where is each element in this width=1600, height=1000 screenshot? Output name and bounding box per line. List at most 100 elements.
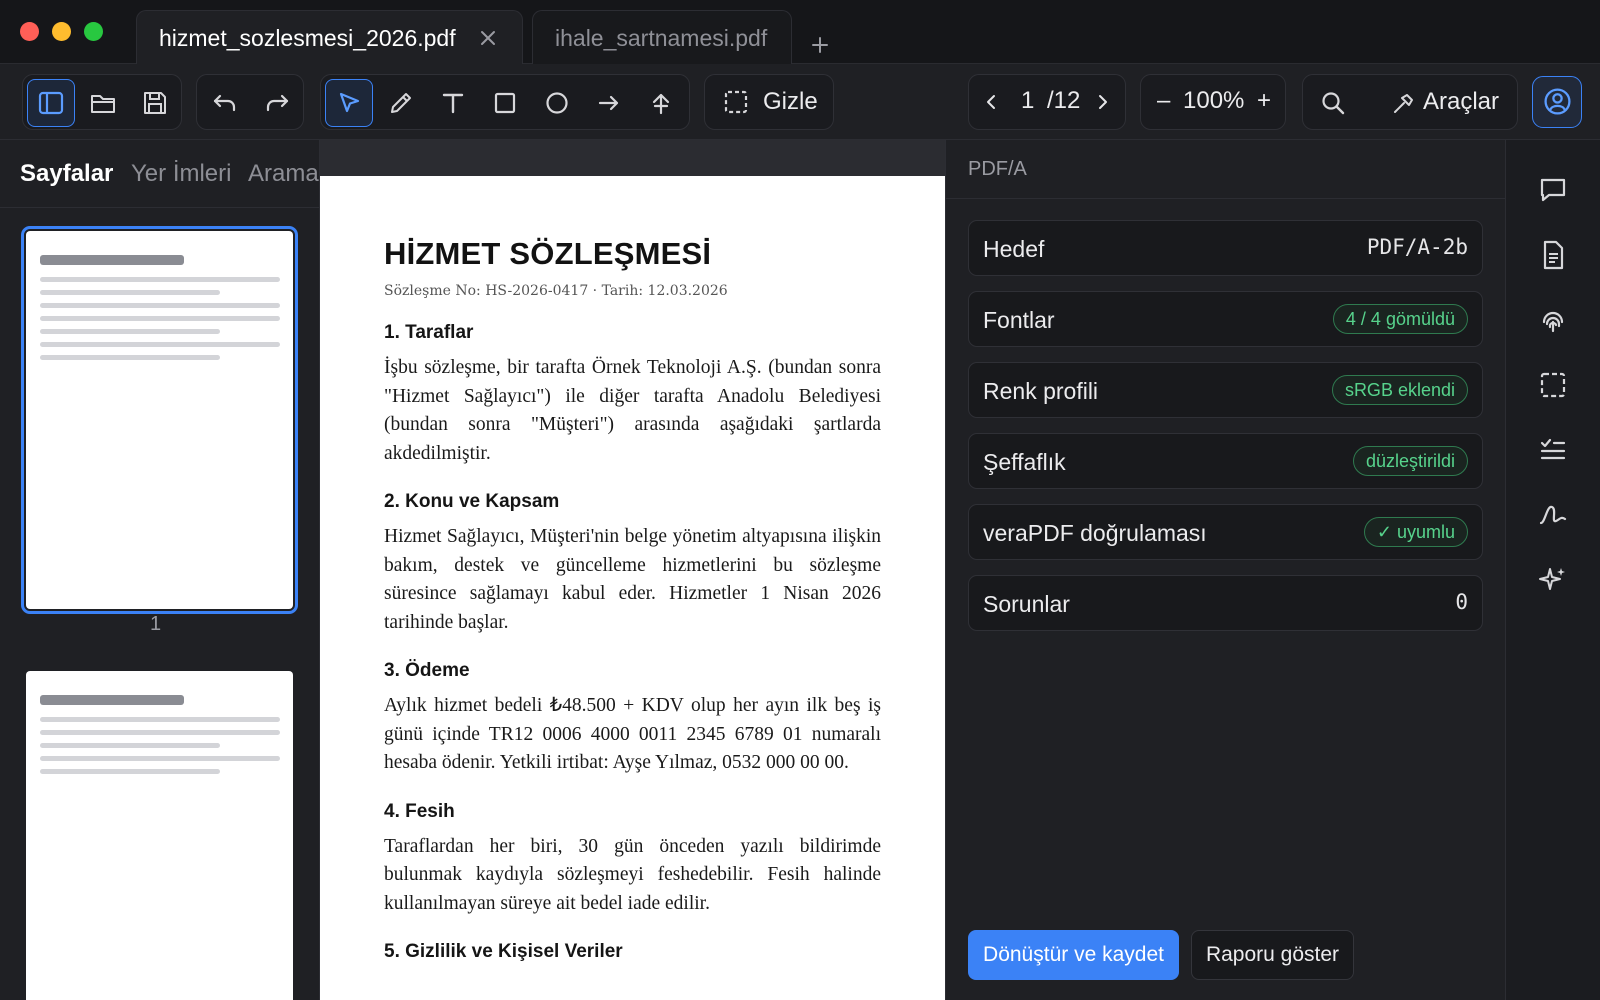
page-thumbnail-1[interactable]: [21, 226, 298, 614]
previous-page-icon[interactable]: [983, 93, 1001, 111]
section-heading: 1. Taraflar: [384, 322, 474, 343]
convert-and-save-button[interactable]: Dönüştür ve kaydet: [968, 930, 1179, 980]
folder-open-icon: [91, 95, 115, 113]
pdfa-row-color-profile[interactable]: Renk profili sRGB eklendi: [968, 362, 1483, 418]
search-button[interactable]: [1309, 79, 1357, 127]
section-body: Taraflardan her biri, 30 gün önceden yaz…: [384, 835, 881, 914]
status-badge: 4 / 4 gömüldü: [1332, 304, 1468, 334]
section-heading: 4. Fesih: [384, 800, 455, 822]
pen-icon: [391, 93, 411, 113]
arrow-icon: [598, 95, 619, 111]
page-thumbnail-number: 1: [150, 613, 162, 635]
row-value: 0: [1455, 590, 1468, 614]
selection-icon: [724, 90, 748, 114]
text-tool-button[interactable]: [429, 79, 477, 127]
row-label: Sorunlar: [983, 591, 1070, 617]
ellipse-icon: [546, 92, 568, 114]
sidebar-toggle-icon: [38, 91, 64, 115]
close-tab-icon[interactable]: [478, 28, 498, 48]
profile-button[interactable]: [1532, 76, 1582, 128]
hide-button[interactable]: Gizle: [704, 74, 834, 130]
document-viewer[interactable]: HİZMET SÖZLEŞMESİ Sözleşme No: HS-2026-0…: [320, 140, 945, 1000]
next-page-icon[interactable]: [1093, 93, 1111, 111]
zoom-level[interactable]: 100%: [1183, 87, 1244, 115]
close-window-button[interactable]: [20, 22, 39, 41]
pdfa-panel: PDF/A Hedef PDF/A-2b Fontlar 4 / 4 gömül…: [945, 140, 1506, 1000]
right-icon-rail: [1505, 140, 1600, 1000]
section-heading: 2. Konu ve Kapsam: [384, 491, 560, 512]
row-label: Şeffaflık: [983, 449, 1066, 475]
page-number-input[interactable]: 1: [1021, 87, 1034, 115]
pages-sidebar: Sayfalar Yer İmleri Arama 1: [0, 140, 320, 1000]
sidebar-tab-search[interactable]: Arama: [248, 160, 319, 188]
zoom-out-button[interactable]: –: [1157, 87, 1170, 115]
hammer-icon: [1394, 94, 1413, 113]
pdfa-row-target[interactable]: Hedef PDF/A-2b: [968, 220, 1483, 276]
section-body: İşbu sözleşme, bir tarafta Örnek Teknolo…: [384, 357, 881, 464]
sidebar-tab-pages[interactable]: Sayfalar: [20, 160, 113, 188]
user-icon: [1544, 88, 1571, 115]
sidebar-tabs: Sayfalar Yer İmleri Arama: [0, 140, 319, 208]
tools-label: Araçlar: [1423, 88, 1500, 115]
select-tool-button[interactable]: [325, 79, 373, 127]
pdfa-row-verapdf[interactable]: veraPDF doğrulaması ✓ uyumlu: [968, 504, 1483, 560]
status-badge: ✓ uyumlu: [1363, 517, 1468, 547]
selection-icon[interactable]: [1537, 369, 1569, 401]
save-icon: [144, 92, 166, 114]
tools-button[interactable]: Araçlar: [1387, 79, 1513, 127]
file-tools-group: [22, 74, 182, 130]
status-badge: sRGB eklendi: [1331, 375, 1468, 405]
toolbar: Gizle 1 /12 – 100% + Araçlar: [0, 64, 1600, 140]
arrow-tool-button[interactable]: [585, 79, 633, 127]
row-label: Hedef: [983, 236, 1045, 262]
minimize-window-button[interactable]: [52, 22, 71, 41]
ellipse-tool-button[interactable]: [533, 79, 581, 127]
text-icon: [442, 93, 464, 114]
search-tools-group: Araçlar: [1302, 74, 1518, 130]
rectangle-icon: [494, 92, 516, 114]
fingerprint-icon[interactable]: [1537, 304, 1569, 336]
page-navigator: 1 /12: [968, 74, 1126, 130]
open-file-button[interactable]: [79, 79, 127, 127]
document-page: HİZMET SÖZLEŞMESİ Sözleşme No: HS-2026-0…: [320, 176, 945, 1000]
page-thumbnail-2[interactable]: [26, 671, 293, 1000]
section-heading: 3. Ödeme: [384, 660, 470, 681]
zoom-in-button[interactable]: +: [1257, 87, 1271, 115]
sidebar-tab-bookmarks[interactable]: Yer İmleri: [131, 160, 231, 188]
annotation-tools-group: [320, 74, 690, 130]
undo-button[interactable]: [201, 79, 249, 127]
status-badge: düzleştirildi: [1352, 446, 1468, 476]
pdfa-row-issues[interactable]: Sorunlar 0: [968, 575, 1483, 631]
document-icon[interactable]: [1537, 239, 1569, 271]
title-bar: hizmet_sozlesmesi_2026.pdf ihale_sartnam…: [0, 0, 1600, 65]
pdfa-row-transparency[interactable]: Şeffaflık düzleştirildi: [968, 433, 1483, 489]
row-label: Fontlar: [983, 307, 1055, 333]
row-label: Renk profili: [983, 378, 1099, 404]
tab-ihale-sartnamesi[interactable]: ihale_sartnamesi.pdf: [532, 10, 792, 65]
new-tab-icon[interactable]: [808, 33, 832, 57]
section-heading: 5. Gizlilik ve Kişisel Veriler: [384, 941, 623, 962]
rectangle-tool-button[interactable]: [481, 79, 529, 127]
sparkles-icon[interactable]: [1537, 564, 1569, 596]
pdfa-row-fonts[interactable]: Fontlar 4 / 4 gömüldü: [968, 291, 1483, 347]
signature-icon[interactable]: [1537, 499, 1569, 531]
sidebar-toggle-button[interactable]: [27, 79, 75, 127]
show-report-button[interactable]: Raporu göster: [1191, 930, 1354, 980]
history-group: [196, 74, 304, 130]
section-body: Hizmet Sağlayıcı, Müşteri'nin belge yöne…: [384, 526, 881, 633]
comment-icon[interactable]: [1537, 174, 1569, 206]
tab-label: hizmet_sozlesmesi_2026.pdf: [159, 24, 456, 51]
tab-hizmet-sozlesmesi[interactable]: hizmet_sozlesmesi_2026.pdf: [136, 10, 523, 65]
page-total: /12: [1047, 87, 1081, 114]
upload-arrow-icon: [652, 93, 670, 115]
row-value: PDF/A-2b: [1366, 235, 1468, 259]
redo-icon: [266, 94, 289, 112]
save-button[interactable]: [131, 79, 179, 127]
zoom-window-button[interactable]: [84, 22, 103, 41]
upload-tool-button[interactable]: [637, 79, 685, 127]
select-cursor-icon: [339, 92, 360, 113]
checklist-icon[interactable]: [1537, 434, 1569, 466]
pen-tool-button[interactable]: [377, 79, 425, 127]
redo-button[interactable]: [253, 79, 301, 127]
hide-label: Gizle: [763, 88, 818, 115]
